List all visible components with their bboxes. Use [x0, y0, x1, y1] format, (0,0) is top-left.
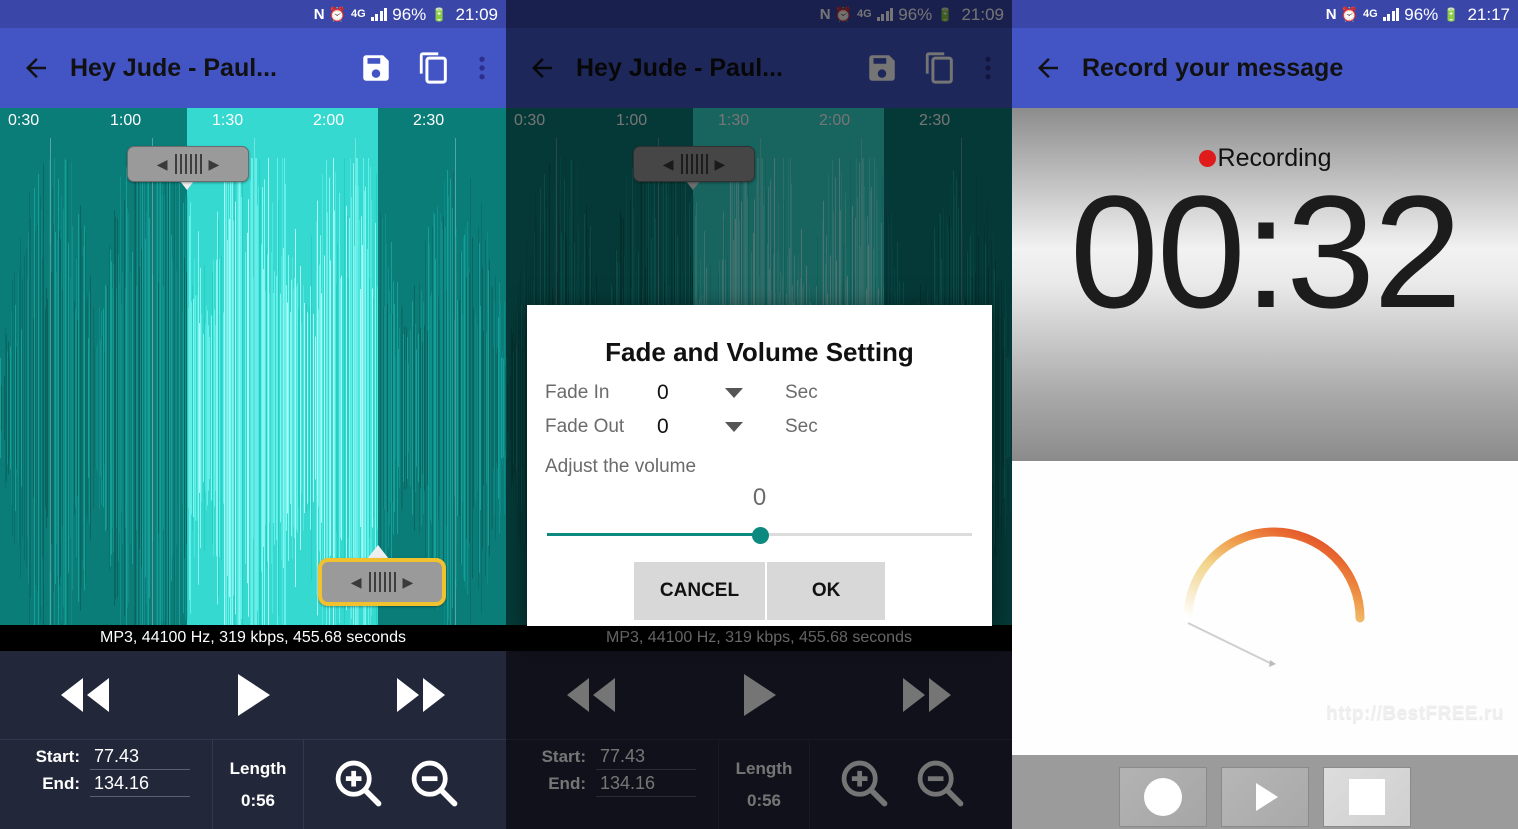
play-button[interactable]	[1221, 767, 1309, 827]
fade-out-label: Fade Out	[545, 416, 625, 437]
end-marker-caret	[367, 545, 389, 559]
waveform-canvas[interactable]	[0, 108, 506, 625]
slider-thumb[interactable]	[751, 527, 769, 544]
chevron-right-icon: ▶	[208, 155, 220, 172]
zoom-out-button[interactable]	[408, 757, 460, 814]
fade-in-unit: Sec	[785, 382, 818, 403]
cancel-button[interactable]: CANCEL	[633, 562, 766, 620]
waveform-area[interactable]: 0:30 1:00 1:30 2:00 2:30 ◀ ▶ ◀ ▶	[0, 108, 506, 625]
start-input[interactable]: 77.43	[90, 746, 190, 770]
nfc-icon: N	[313, 5, 325, 23]
ruler-tick: 2:00	[313, 112, 345, 129]
dialog-actions: CANCEL OK	[545, 562, 974, 622]
chevron-down-icon[interactable]	[725, 422, 743, 432]
start-marker-handle[interactable]: ◀ ▶	[127, 146, 249, 182]
fade-in-label: Fade In	[545, 382, 610, 403]
alarm-icon: ⏰	[1340, 6, 1359, 22]
screenshot-root: N ⏰ 4G 96% 🔋 21:09 Hey Jude - Paul... 0:…	[0, 0, 1518, 829]
status-clock: 21:09	[455, 4, 498, 24]
app-bar: Hey Jude - Paul...	[0, 28, 506, 108]
timeline-ruler[interactable]: 0:30 1:00 1:30 2:00 2:30	[0, 108, 506, 138]
length-value: 0:56	[240, 791, 276, 810]
battery-percent-label: 96%	[392, 4, 427, 24]
record-button[interactable]	[1119, 767, 1207, 827]
network-type-label: 4G	[351, 7, 366, 20]
ruler-tick: 0:30	[8, 112, 40, 129]
site-watermark: http://BestFREE.ru	[1326, 703, 1504, 724]
stop-square-icon	[1349, 779, 1385, 815]
volume-slider[interactable]	[547, 522, 972, 548]
battery-percent-label: 96%	[1404, 4, 1439, 24]
recorder-display: Recording 00:32	[1012, 108, 1518, 463]
status-bar: N ⏰ 4G 96% 🔋 21:17	[1012, 0, 1518, 28]
record-circle-icon	[1144, 778, 1182, 816]
battery-charging-icon: 🔋	[1443, 6, 1460, 22]
overflow-menu-icon[interactable]	[472, 48, 492, 88]
end-marker-handle[interactable]: ◀ ▶	[318, 558, 446, 606]
zoom-in-button[interactable]	[332, 757, 384, 814]
back-arrow-icon[interactable]	[1026, 46, 1070, 90]
chevron-left-icon: ◀	[350, 573, 362, 590]
rewind-button[interactable]	[38, 664, 130, 726]
file-info-strip: MP3, 44100 Hz, 319 kbps, 455.68 seconds	[0, 625, 506, 651]
dialog-title: Fade and Volume Setting	[605, 337, 914, 367]
ruler-tick: 2:30	[413, 112, 445, 129]
stop-button[interactable]	[1323, 767, 1411, 827]
panel-editor-dialog: N ⏰ 4G 96% 🔋 21:09 Hey Jude - Paul...	[506, 0, 1012, 829]
length-block: Length 0:56	[212, 740, 303, 829]
end-row: End: 134.16	[26, 773, 212, 797]
chevron-down-icon[interactable]	[725, 388, 743, 398]
play-triangle-icon	[1256, 783, 1278, 811]
chevron-right-icon: ▶	[402, 573, 414, 590]
fade-out-unit: Sec	[785, 416, 818, 437]
fade-in-row: Fade In 0 Sec	[545, 376, 974, 410]
signal-bars-icon	[1382, 7, 1400, 21]
fade-volume-dialog: Fade and Volume Setting Fade In 0 Sec Fa…	[527, 305, 992, 626]
signal-bars-icon	[370, 7, 388, 21]
app-bar-actions	[356, 48, 492, 88]
start-end-block: Start: 77.43 End: 134.16	[0, 740, 212, 829]
selection-fields: Start: 77.43 End: 134.16 Length 0:56	[0, 739, 506, 829]
transport-controls	[0, 651, 506, 739]
ruler-tick: 1:30	[212, 112, 244, 129]
recording-timer: 00:32	[1069, 162, 1462, 341]
ruler-tick: 1:00	[110, 112, 142, 129]
start-row: Start: 77.43	[26, 746, 212, 770]
start-label: Start:	[35, 747, 80, 766]
save-icon[interactable]	[356, 48, 396, 88]
end-input[interactable]: 134.16	[90, 773, 190, 797]
back-arrow-icon[interactable]	[14, 46, 58, 90]
grip-icon	[368, 572, 396, 592]
network-type-label: 4G	[1363, 7, 1378, 20]
battery-charging-icon: 🔋	[431, 6, 448, 22]
fade-out-value[interactable]: 0	[657, 415, 725, 439]
status-clock: 21:17	[1467, 4, 1510, 24]
app-bar: Record your message	[1012, 28, 1518, 108]
grip-icon	[174, 154, 202, 174]
ok-button[interactable]: OK	[767, 562, 886, 620]
slider-fill	[547, 533, 760, 536]
panel-recorder: N ⏰ 4G 96% 🔋 21:17 Record your message R…	[1012, 0, 1518, 829]
nfc-icon: N	[1325, 5, 1337, 23]
status-bar: N ⏰ 4G 96% 🔋 21:09	[0, 0, 506, 28]
chevron-left-icon: ◀	[156, 155, 168, 172]
play-button[interactable]	[207, 664, 299, 726]
copy-icon[interactable]	[414, 48, 454, 88]
length-label: Length	[229, 759, 287, 778]
fast-forward-button[interactable]	[376, 664, 468, 726]
fade-in-value[interactable]: 0	[657, 381, 725, 405]
recorder-controls	[1012, 755, 1518, 829]
volume-value: 0	[752, 484, 767, 511]
page-title: Hey Jude - Paul...	[70, 53, 278, 82]
end-label: End:	[42, 774, 80, 793]
page-title: Record your message	[1082, 53, 1344, 82]
level-meter-area: http://BestFREE.ru	[1012, 463, 1518, 755]
volume-section-label: Adjust the volume	[545, 456, 697, 477]
fade-out-row: Fade Out 0 Sec	[545, 410, 974, 444]
alarm-icon: ⏰	[328, 6, 347, 22]
zoom-block	[303, 740, 506, 829]
panel-editor: N ⏰ 4G 96% 🔋 21:09 Hey Jude - Paul... 0:…	[0, 0, 506, 829]
